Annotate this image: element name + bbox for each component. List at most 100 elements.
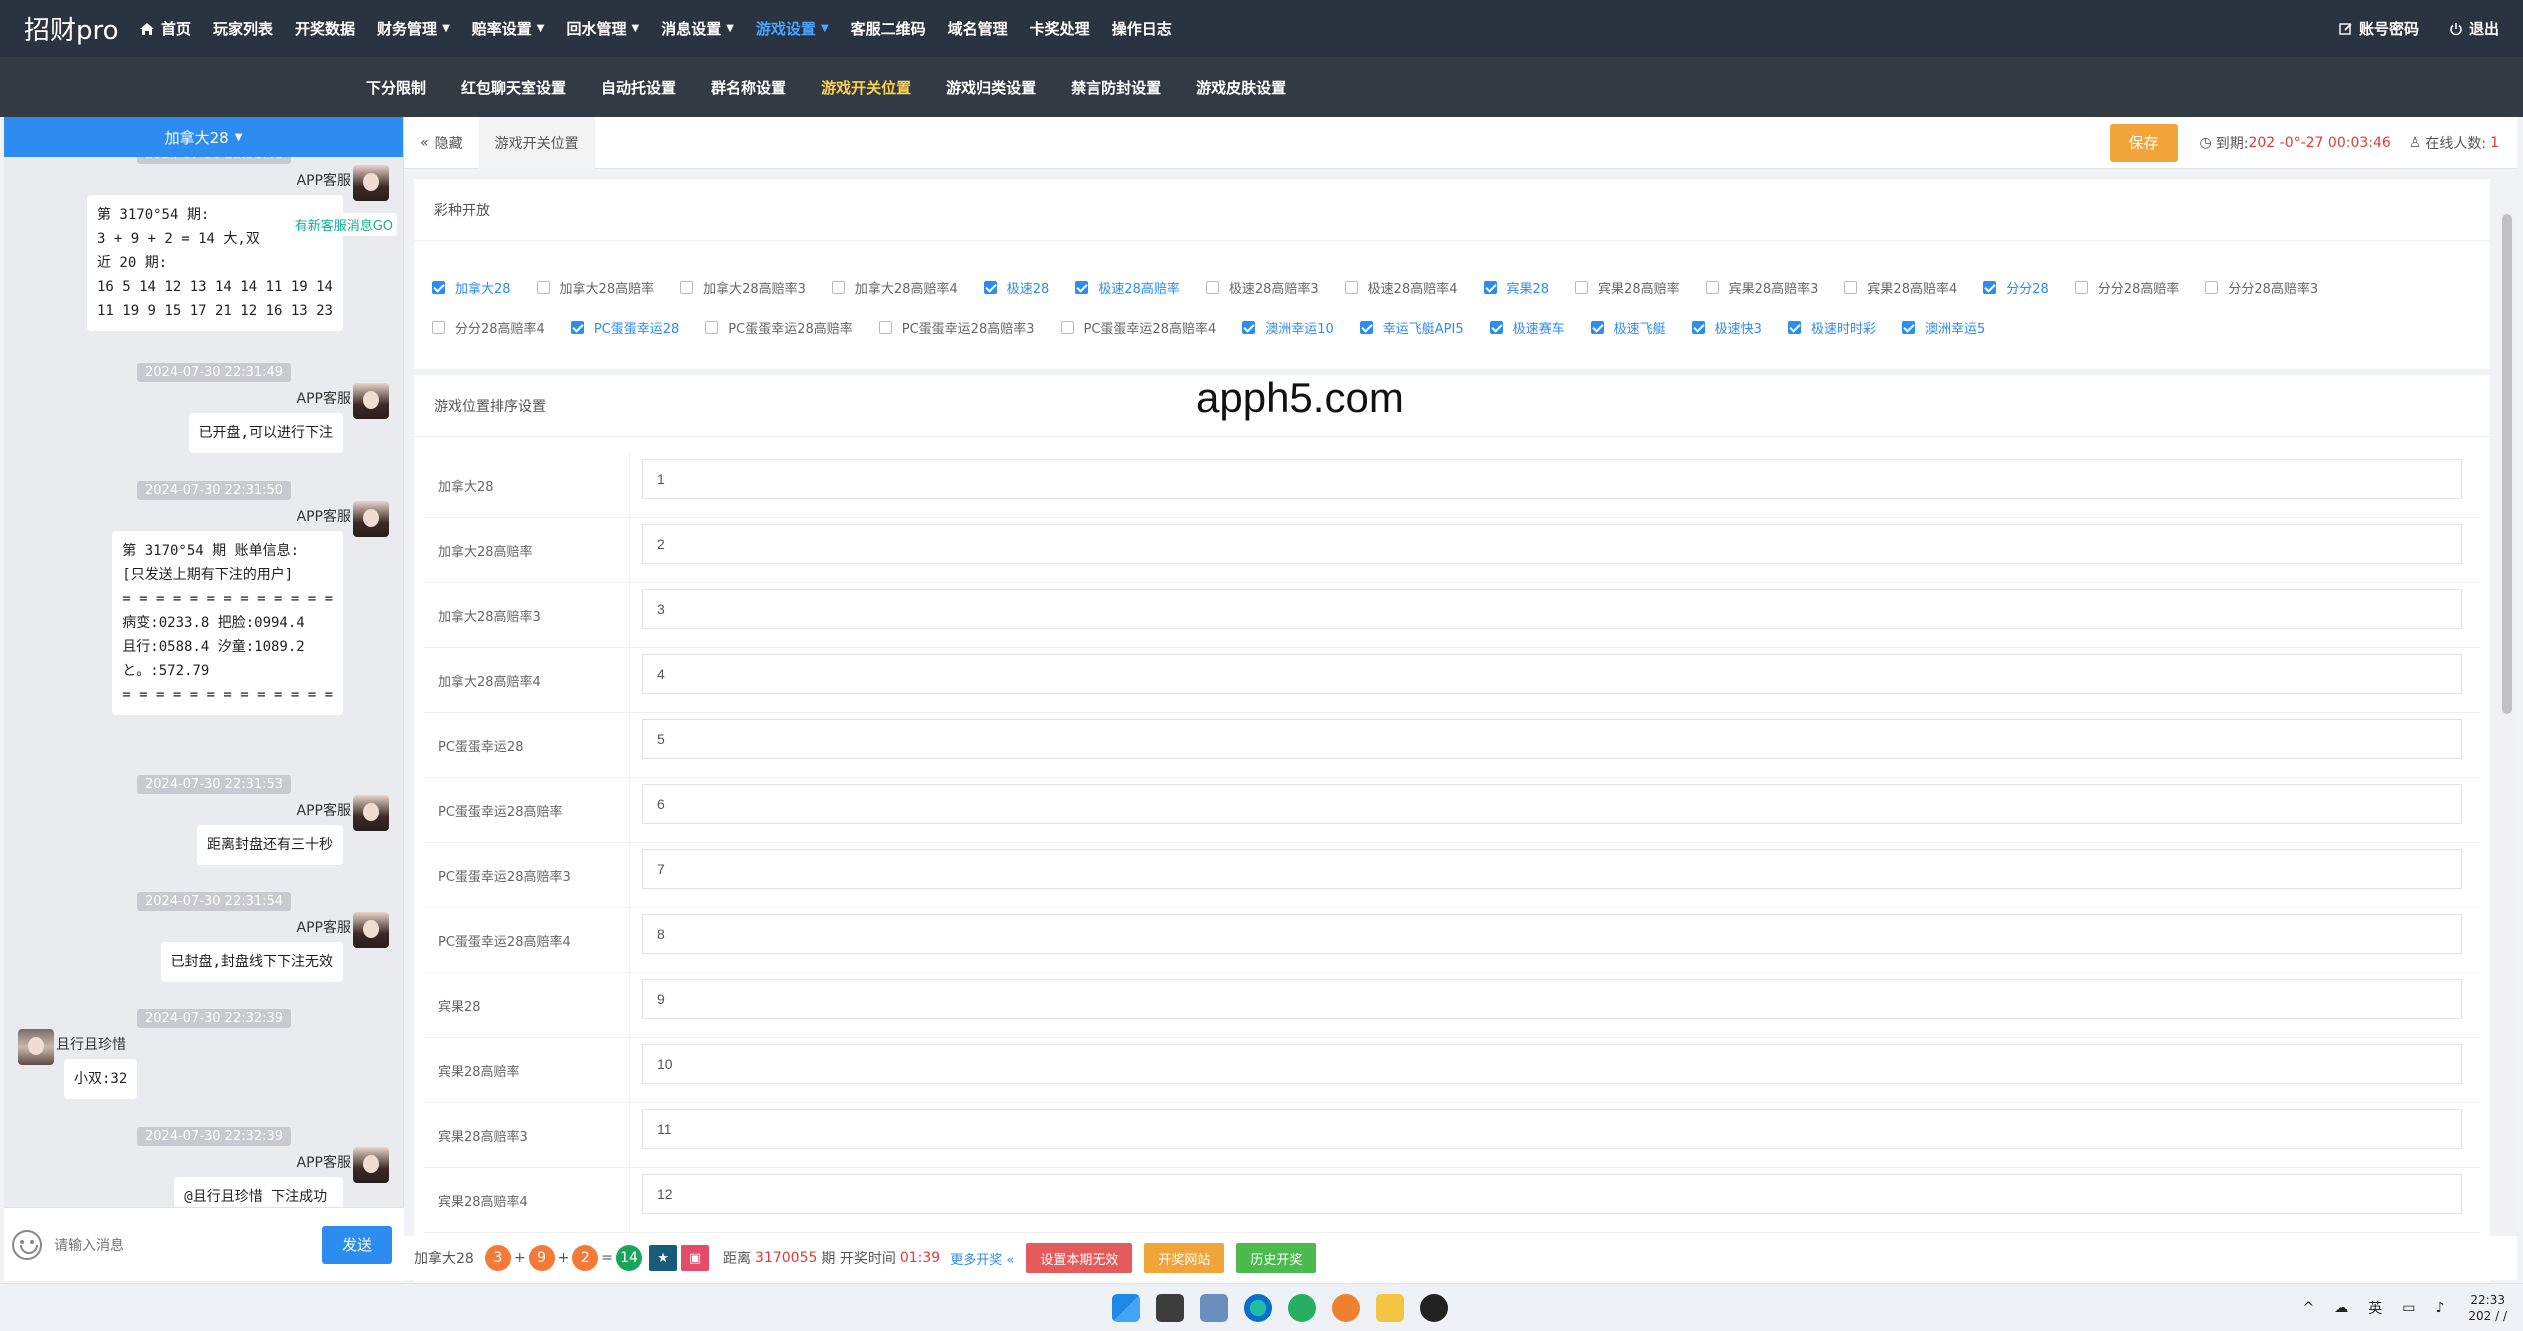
game-checkbox-21[interactable]: 幸运飞艇API5 bbox=[1359, 307, 1464, 347]
sub-menu-item-4[interactable]: 游戏开关位置 bbox=[821, 77, 911, 98]
chat-message[interactable]: 2024-07-30 22:31:49 APP客服 已开盘,可以进行下注 bbox=[12, 361, 395, 453]
chevron-up-icon[interactable]: ^ bbox=[2302, 1300, 2314, 1316]
sub-menu-item-2[interactable]: 自动托设置 bbox=[601, 77, 676, 98]
game-checkbox-18[interactable]: PC蛋蛋幸运28高赔率3 bbox=[878, 307, 1035, 347]
new-message-notice[interactable]: 有新客服消息GO bbox=[290, 213, 397, 236]
scroll-thumb[interactable] bbox=[2502, 214, 2512, 714]
account-password-button[interactable]: 账号密码 bbox=[2339, 18, 2419, 39]
top-menu-7[interactable]: 游戏设置 ▼ bbox=[756, 18, 829, 39]
display-icon[interactable]: ▭ bbox=[2402, 1300, 2415, 1316]
order-input[interactable] bbox=[642, 1174, 2462, 1214]
chat-message[interactable]: 2024-07-30 22:31:53 APP客服 距离封盘还有三十秒 bbox=[12, 773, 395, 865]
task-view-icon[interactable] bbox=[1156, 1293, 1184, 1322]
sub-menu-item-1[interactable]: 红包聊天室设置 bbox=[461, 77, 566, 98]
game-checkbox-20[interactable]: 澳洲幸运10 bbox=[1242, 307, 1334, 347]
checkbox-icon[interactable] bbox=[570, 320, 584, 334]
game-checkbox-0[interactable]: 加拿大28 bbox=[432, 267, 511, 307]
game-checkbox-25[interactable]: 极速时时彩 bbox=[1787, 307, 1876, 347]
chat-message[interactable]: 2024-07-30 22:31:50 APP客服第 3170°54 期 账单信息… bbox=[12, 479, 395, 715]
checkbox-icon[interactable] bbox=[1205, 280, 1219, 294]
game-checkbox-3[interactable]: 加拿大28高赔率4 bbox=[831, 267, 958, 307]
game-checkbox-12[interactable]: 分分28 bbox=[1983, 267, 2049, 307]
game-checkbox-8[interactable]: 宾果28 bbox=[1483, 267, 1549, 307]
order-input[interactable] bbox=[642, 589, 2462, 629]
game-checkbox-6[interactable]: 极速28高赔率3 bbox=[1205, 267, 1319, 307]
tab-game-switch-position[interactable]: 游戏开关位置 bbox=[478, 116, 595, 169]
checkbox-icon[interactable] bbox=[1901, 320, 1915, 334]
sub-menu-item-3[interactable]: 群名称设置 bbox=[711, 77, 786, 98]
hide-sidebar-tab[interactable]: « 隐藏 bbox=[404, 117, 479, 169]
game-checkbox-19[interactable]: PC蛋蛋幸运28高赔率4 bbox=[1060, 307, 1216, 347]
game-checkbox-22[interactable]: 极速赛车 bbox=[1489, 307, 1565, 347]
qq-icon[interactable] bbox=[1420, 1293, 1448, 1322]
game-checkbox-15[interactable]: 分分28高赔率4 bbox=[432, 307, 545, 347]
order-input[interactable] bbox=[642, 459, 2462, 499]
checkbox-icon[interactable] bbox=[878, 320, 892, 334]
app-icon[interactable] bbox=[1200, 1293, 1228, 1322]
game-checkbox-4[interactable]: 极速28 bbox=[983, 267, 1049, 307]
order-input[interactable] bbox=[642, 1044, 2462, 1084]
checkbox-icon[interactable] bbox=[2074, 280, 2088, 294]
game-checkbox-1[interactable]: 加拿大28高赔率 bbox=[536, 267, 654, 307]
top-menu-10[interactable]: 卡奖处理 bbox=[1030, 18, 1090, 39]
checkbox-icon[interactable] bbox=[705, 320, 719, 334]
chat-game-selector[interactable]: 加拿大28 ▼ bbox=[4, 117, 403, 157]
folder-icon[interactable] bbox=[1376, 1293, 1404, 1322]
network-icon[interactable]: ☁ bbox=[2334, 1300, 2348, 1316]
order-input[interactable] bbox=[642, 979, 2462, 1019]
input-language[interactable]: 英 bbox=[2368, 1298, 2382, 1318]
wechat-icon[interactable] bbox=[1288, 1293, 1316, 1322]
sub-menu-item-7[interactable]: 游戏皮肤设置 bbox=[1196, 77, 1286, 98]
draw-website-button[interactable]: 开奖网站 bbox=[1144, 1243, 1225, 1273]
top-menu-0[interactable]: 首页 bbox=[139, 18, 191, 39]
checkbox-icon[interactable] bbox=[1705, 280, 1719, 294]
order-input[interactable] bbox=[642, 1109, 2462, 1149]
checkbox-icon[interactable] bbox=[2205, 280, 2219, 294]
set-period-invalid-button[interactable]: 设置本期无效 bbox=[1026, 1243, 1133, 1273]
draw-history-button[interactable]: 历史开奖 bbox=[1236, 1243, 1317, 1273]
checkbox-icon[interactable] bbox=[680, 280, 694, 294]
order-input[interactable] bbox=[642, 524, 2462, 564]
game-checkbox-14[interactable]: 分分28高赔率3 bbox=[2205, 267, 2318, 307]
top-menu-3[interactable]: 财务管理 ▼ bbox=[377, 18, 450, 39]
order-input[interactable] bbox=[642, 784, 2462, 824]
app-orange-icon[interactable] bbox=[1332, 1293, 1360, 1322]
top-menu-4[interactable]: 赔率设置 ▼ bbox=[472, 18, 545, 39]
checkbox-icon[interactable] bbox=[1359, 320, 1373, 334]
checkbox-icon[interactable] bbox=[983, 280, 997, 294]
app-logo[interactable]: 招财pro bbox=[24, 10, 139, 47]
chat-message[interactable]: 2024-07-30 22:32:39APP客服 @且行且珍惜 下注成功小双:32… bbox=[12, 1125, 395, 1207]
chat-messages[interactable]: 2024-07-30 22:31:46APP客服第 3170°54 期:3 + … bbox=[4, 157, 403, 1207]
checkbox-icon[interactable] bbox=[1575, 280, 1589, 294]
top-menu-2[interactable]: 开奖数据 bbox=[295, 18, 355, 39]
more-draws-link[interactable]: 更多开奖 « bbox=[950, 1249, 1014, 1268]
checkbox-icon[interactable] bbox=[1344, 280, 1358, 294]
checkbox-icon[interactable] bbox=[536, 280, 550, 294]
game-checkbox-24[interactable]: 极速快3 bbox=[1691, 307, 1762, 347]
logout-button[interactable]: 退出 bbox=[2449, 18, 2499, 39]
game-checkbox-26[interactable]: 澳洲幸运5 bbox=[1901, 307, 1985, 347]
checkbox-icon[interactable] bbox=[1691, 320, 1705, 334]
main-scrollbar[interactable] bbox=[2500, 210, 2514, 1250]
checkbox-icon[interactable] bbox=[432, 280, 445, 294]
game-checkbox-13[interactable]: 分分28高赔率 bbox=[2074, 267, 2179, 307]
checkbox-icon[interactable] bbox=[1075, 280, 1089, 294]
game-checkbox-7[interactable]: 极速28高赔率4 bbox=[1344, 267, 1458, 307]
top-menu-1[interactable]: 玩家列表 bbox=[213, 18, 273, 39]
checkbox-icon[interactable] bbox=[1983, 280, 1997, 294]
top-menu-11[interactable]: 操作日志 bbox=[1112, 18, 1172, 39]
checkbox-icon[interactable] bbox=[1242, 320, 1256, 334]
edge-browser-icon[interactable] bbox=[1244, 1293, 1272, 1322]
chat-message[interactable]: 2024-07-30 22:31:46APP客服第 3170°54 期:3 + … bbox=[12, 157, 395, 331]
game-checkbox-9[interactable]: 宾果28高赔率 bbox=[1575, 267, 1680, 307]
checkbox-icon[interactable] bbox=[1489, 320, 1503, 334]
top-menu-6[interactable]: 消息设置 ▼ bbox=[661, 18, 734, 39]
chat-message[interactable]: 2024-07-30 22:32:39 且行且珍惜 小双:32 bbox=[12, 1007, 395, 1099]
sub-menu-item-5[interactable]: 游戏归类设置 bbox=[946, 77, 1036, 98]
send-button[interactable]: 发送 bbox=[322, 1225, 392, 1264]
top-menu-9[interactable]: 域名管理 bbox=[948, 18, 1008, 39]
system-clock[interactable]: 22:33 202 / / bbox=[2468, 1292, 2507, 1324]
order-input[interactable] bbox=[642, 654, 2462, 694]
top-menu-8[interactable]: 客服二维码 bbox=[851, 18, 926, 39]
top-menu-5[interactable]: 回水管理 ▼ bbox=[566, 18, 639, 39]
